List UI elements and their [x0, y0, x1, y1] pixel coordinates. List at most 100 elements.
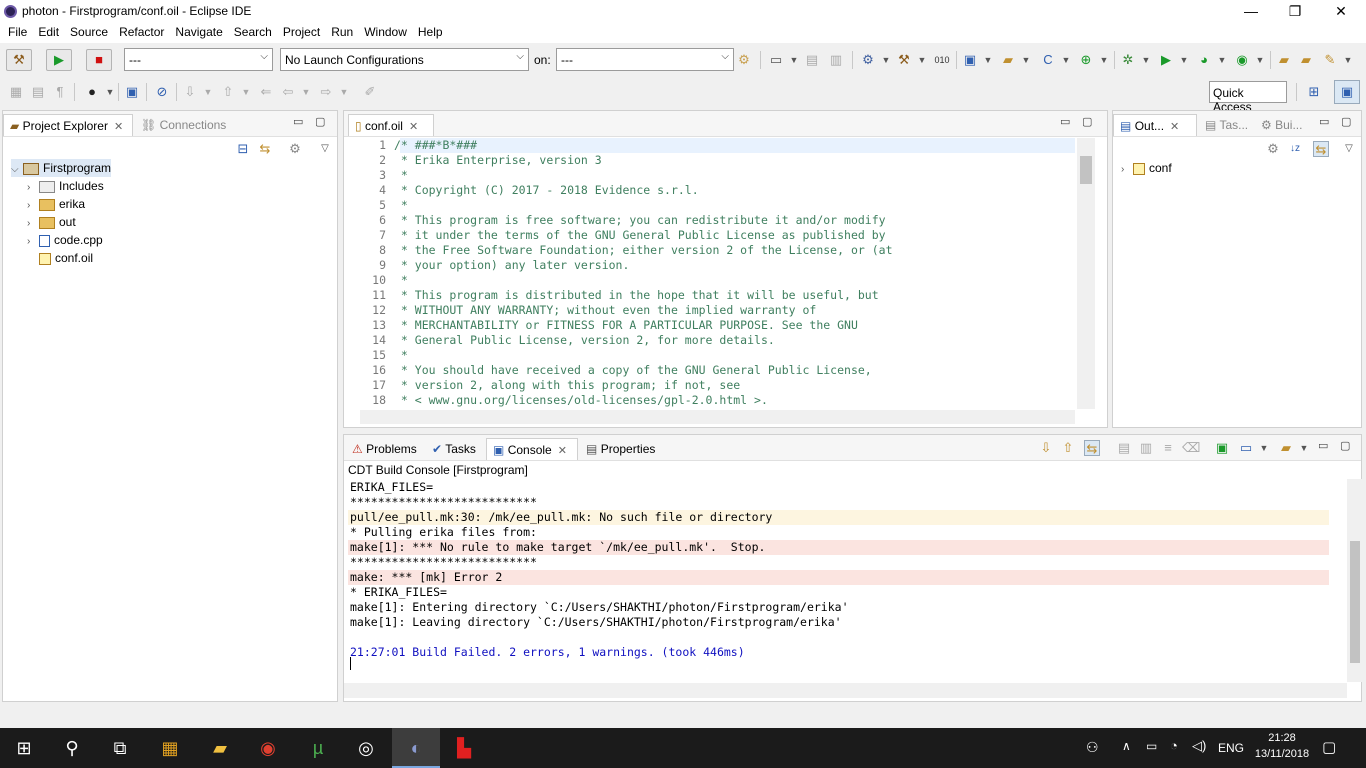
- people-icon[interactable]: ⚇: [1086, 739, 1099, 756]
- tree-item-firstprogram[interactable]: ⌵ Firstprogram: [11, 159, 112, 177]
- debug-icon[interactable]: ✲: [1120, 52, 1136, 68]
- link-editor-icon[interactable]: ⇆: [257, 141, 273, 157]
- tree-item-includes[interactable]: › Includes: [27, 177, 104, 195]
- chevron-down-icon[interactable]: ▼: [1138, 52, 1154, 68]
- launch-config-select[interactable]: No Launch Configurations ⌵: [280, 48, 529, 71]
- chevron-down-icon[interactable]: ▼: [1018, 52, 1034, 68]
- chevron-down-icon[interactable]: ▼: [1252, 52, 1268, 68]
- debug-settings-icon[interactable]: ⚙: [860, 52, 876, 68]
- launch-button[interactable]: ▶: [46, 49, 72, 71]
- maximize-view-icon[interactable]: ▢: [1340, 439, 1350, 452]
- close-button[interactable]: ✕: [1318, 0, 1364, 23]
- previous-annotation-icon[interactable]: ⇧: [220, 84, 236, 100]
- chevron-right-icon[interactable]: ›: [1121, 161, 1133, 179]
- chevron-down-icon[interactable]: ▼: [298, 84, 314, 100]
- scrollbar-thumb[interactable]: [1350, 541, 1360, 663]
- language-indicator[interactable]: ENG: [1218, 741, 1244, 755]
- save-icon[interactable]: ▤: [804, 52, 820, 68]
- search-button[interactable]: ⚲: [48, 728, 96, 768]
- quick-access-field[interactable]: Quick Access: [1209, 81, 1287, 114]
- back-icon[interactable]: ⇦: [280, 84, 296, 100]
- tab-outline[interactable]: ▤ Out... ✕: [1113, 114, 1197, 136]
- restore-button[interactable]: ❐: [1272, 0, 1318, 23]
- task-view-button[interactable]: ⧉: [96, 728, 144, 768]
- stop-button[interactable]: ■: [86, 49, 112, 71]
- store-button[interactable]: ▦: [146, 728, 194, 768]
- open-console-icon[interactable]: ▰: [1278, 440, 1294, 456]
- app-button[interactable]: ◎: [342, 728, 390, 768]
- chevron-down-icon[interactable]: ▼: [914, 52, 930, 68]
- maximize-view-icon[interactable]: ▢: [315, 115, 325, 128]
- remove-breakpoints-icon[interactable]: ⊘: [154, 84, 170, 100]
- tab-tasks[interactable]: ✔ Tasks: [426, 438, 482, 460]
- wifi-icon[interactable]: ◔: [1170, 738, 1178, 753]
- view-menu-icon[interactable]: ▽: [317, 141, 333, 157]
- launch-target-select[interactable]: --- ⌵: [556, 48, 734, 71]
- chevron-down-icon[interactable]: ▼: [786, 52, 802, 68]
- gear-icon[interactable]: ⚙: [736, 52, 752, 68]
- copy-build-log-icon[interactable]: ▥: [1138, 440, 1154, 456]
- build-button[interactable]: ⚒: [6, 49, 32, 71]
- next-annotation-icon[interactable]: ⇩: [182, 84, 198, 100]
- clear-console-icon[interactable]: ⌫: [1182, 440, 1200, 456]
- show-whitespace-icon[interactable]: ¶: [52, 84, 68, 100]
- tab-problems[interactable]: ⚠ Problems: [346, 438, 423, 460]
- coverage-icon[interactable]: ◕: [1196, 52, 1212, 68]
- menu-source[interactable]: Source: [65, 23, 114, 43]
- display-console-icon[interactable]: ▭: [1238, 440, 1254, 456]
- menu-window[interactable]: Window: [359, 23, 413, 43]
- pin-icon[interactable]: ✎: [1322, 52, 1338, 68]
- new-class-icon[interactable]: C: [1040, 52, 1056, 68]
- console-horizontal-scrollbar[interactable]: [344, 683, 1347, 698]
- chevron-down-icon[interactable]: ▼: [1176, 52, 1192, 68]
- clock-date[interactable]: 13/11/2018: [1252, 748, 1312, 760]
- chevron-up-icon[interactable]: ∧: [1122, 739, 1131, 753]
- minimize-view-icon[interactable]: ▭: [1060, 115, 1070, 128]
- open-folder-icon[interactable]: ▰: [1276, 52, 1292, 68]
- sort-icon[interactable]: ↓z: [1287, 141, 1303, 157]
- tree-item-out[interactable]: › out: [27, 213, 76, 231]
- save-all-icon[interactable]: ▥: [828, 52, 844, 68]
- chevron-down-icon[interactable]: ▼: [1256, 440, 1272, 456]
- console-icon[interactable]: ▣: [124, 84, 140, 100]
- tab-connections[interactable]: ⛓ Connections: [135, 114, 232, 136]
- chevron-down-icon[interactable]: ▼: [336, 84, 352, 100]
- chrome-button[interactable]: ◉: [244, 728, 292, 768]
- close-icon[interactable]: ✕: [558, 445, 567, 457]
- toggle-block-icon[interactable]: ▤: [30, 84, 46, 100]
- forward-icon[interactable]: ⇨: [318, 84, 334, 100]
- external-tools-icon[interactable]: ◉: [1234, 52, 1250, 68]
- chevron-down-icon[interactable]: ▼: [1214, 52, 1230, 68]
- word-wrap-icon[interactable]: ≡: [1160, 440, 1176, 456]
- tab-build-targets[interactable]: ⚙ Bui...: [1255, 114, 1308, 136]
- filters-icon[interactable]: ⚙: [1265, 141, 1281, 157]
- utorrent-button[interactable]: µ: [294, 728, 342, 768]
- chevron-down-icon[interactable]: ▼: [1058, 52, 1074, 68]
- last-edit-icon[interactable]: ⇐: [258, 84, 274, 100]
- menu-help[interactable]: Help: [413, 23, 449, 43]
- open-project-icon[interactable]: ▰: [1298, 52, 1314, 68]
- tab-tasks[interactable]: ▤ Tas...: [1199, 114, 1254, 136]
- chevron-down-icon[interactable]: ▼: [878, 52, 894, 68]
- console-vertical-scrollbar[interactable]: [1347, 479, 1362, 682]
- menu-edit[interactable]: Edit: [33, 23, 65, 43]
- copy-icon[interactable]: ▤: [1116, 440, 1132, 456]
- chevron-down-icon[interactable]: ▼: [980, 52, 996, 68]
- minimize-view-icon[interactable]: ▭: [1318, 439, 1328, 452]
- tab-project-explorer[interactable]: ▰ Project Explorer ✕: [3, 114, 133, 136]
- tree-item-code-cpp[interactable]: › code.cpp: [27, 231, 103, 249]
- code-area[interactable]: 1 /* ###*B*### 2 * Erika Enterprise, versi…: [360, 138, 1075, 409]
- chevron-down-icon[interactable]: ▼: [238, 84, 254, 100]
- outline-item-conf[interactable]: › conf: [1121, 159, 1172, 177]
- previous-error-icon[interactable]: ⇧: [1060, 440, 1076, 456]
- chevron-down-icon[interactable]: ▼: [102, 84, 118, 100]
- scrollbar-thumb[interactable]: [1080, 156, 1092, 184]
- console-output[interactable]: ERIKA_FILES= *************************** p…: [344, 479, 1347, 682]
- tree-item-conf-oil[interactable]: conf.oil: [39, 249, 93, 267]
- filters-icon[interactable]: ⚙: [287, 141, 303, 157]
- chevron-down-icon[interactable]: ▼: [1340, 52, 1356, 68]
- new-project-icon[interactable]: ▣: [962, 52, 978, 68]
- run-icon[interactable]: ▶: [1158, 52, 1174, 68]
- minimize-view-icon[interactable]: ▭: [1319, 115, 1329, 128]
- volume-icon[interactable]: ◁): [1192, 738, 1206, 754]
